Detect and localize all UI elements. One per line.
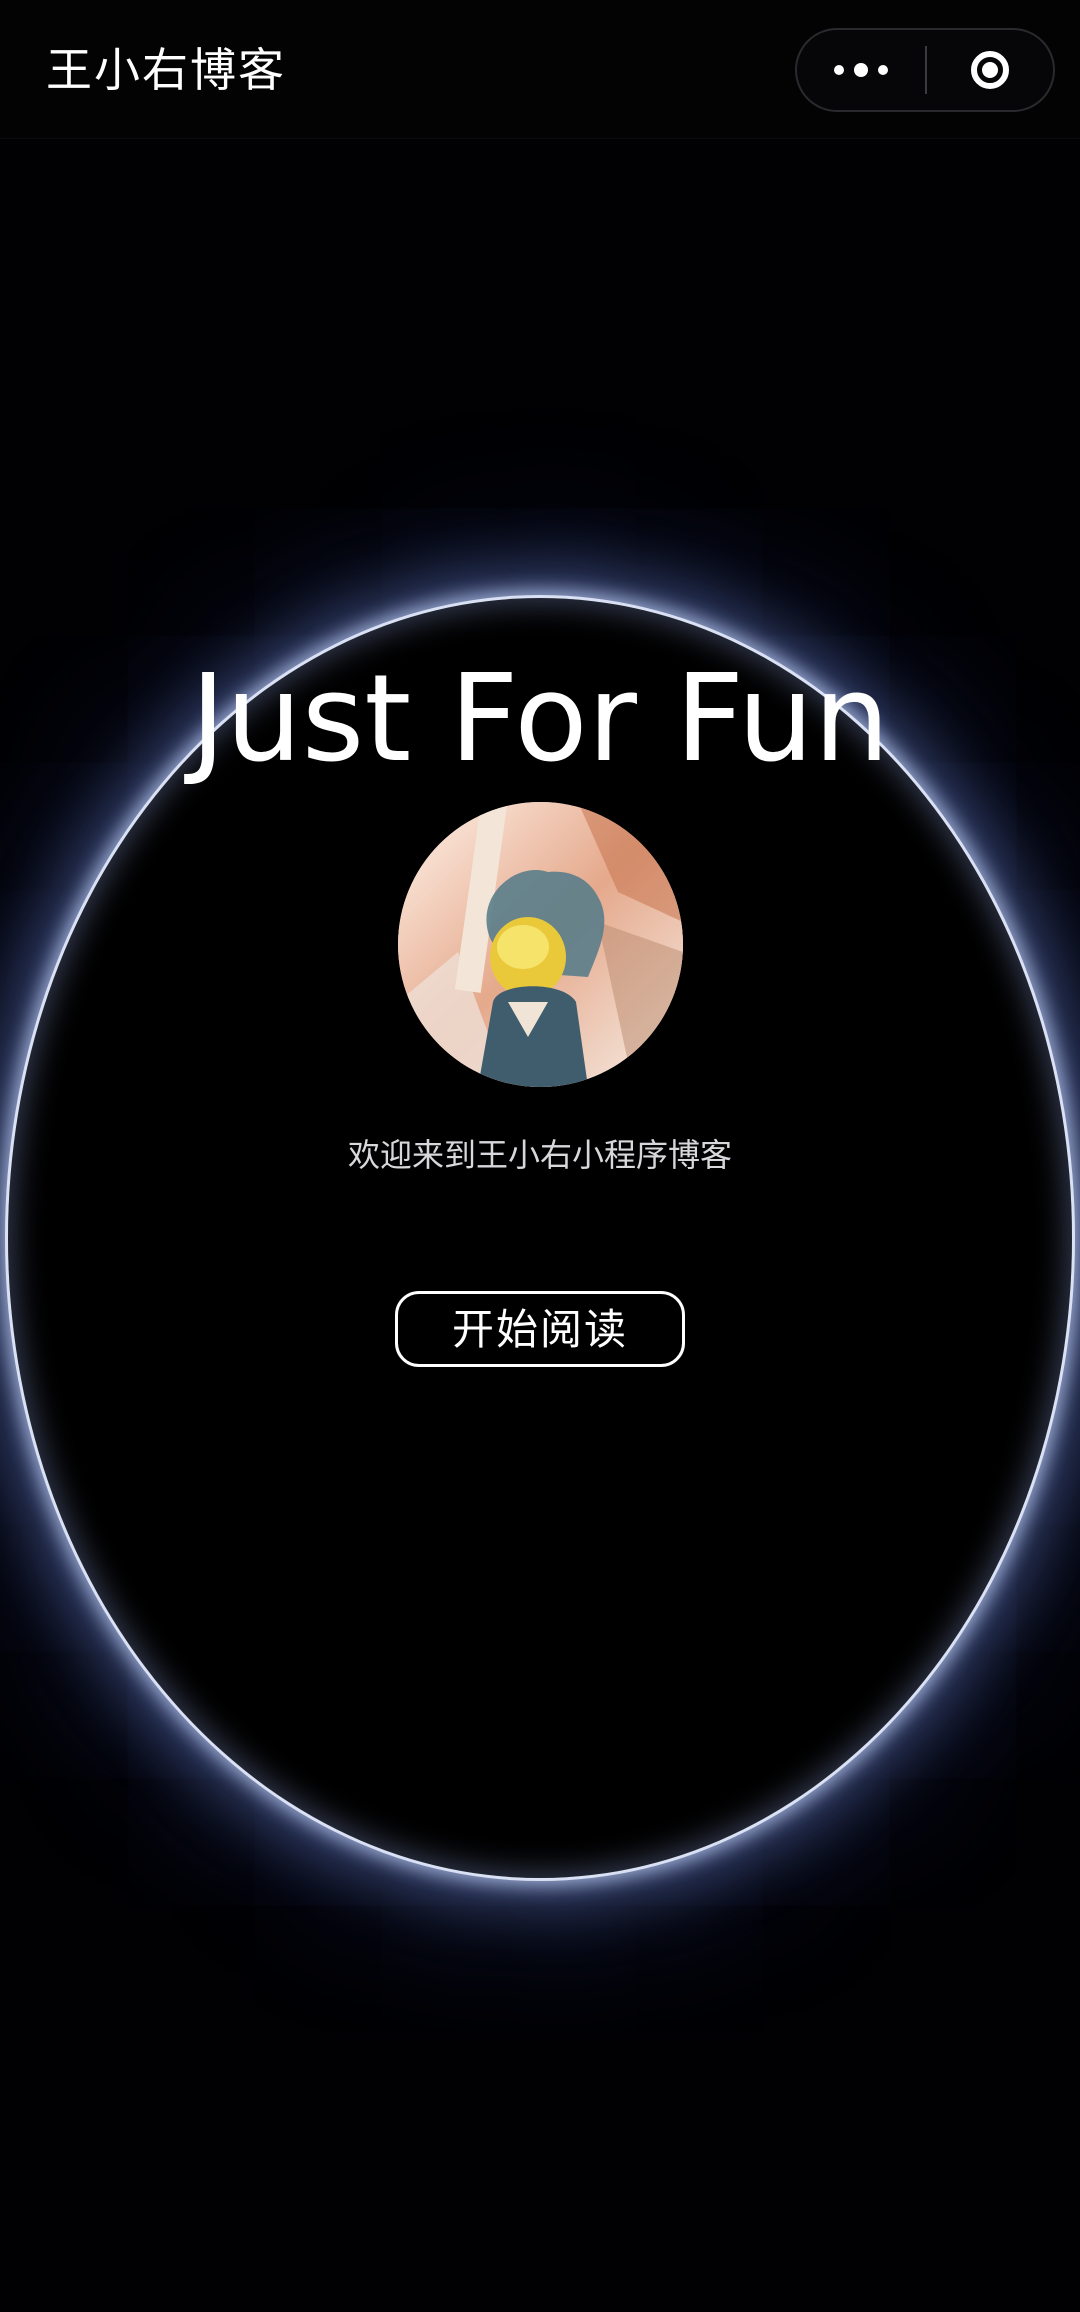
mini-program-capsule <box>795 28 1055 112</box>
close-ring <box>971 51 1009 89</box>
dot-right <box>878 65 888 75</box>
app-page: 王小右博客 Just For Fun 欢迎来到王小右小程序博客 开始阅读 <box>0 0 1080 2312</box>
page-title: 王小右博客 <box>46 43 286 97</box>
welcome-text: 欢迎来到王小右小程序博客 <box>347 1136 732 1174</box>
start-reading-button[interactable]: 开始阅读 <box>395 1291 685 1367</box>
avatar-illustration <box>398 802 683 1087</box>
hero-headline: Just For Fun <box>190 650 890 789</box>
top-navbar: 王小右博客 <box>0 0 1080 139</box>
close-core <box>982 62 998 78</box>
avatar <box>398 802 683 1087</box>
target-circle-icon[interactable] <box>927 30 1053 110</box>
dot-center <box>854 63 868 77</box>
more-dots-icon[interactable] <box>797 30 925 110</box>
dot-left <box>834 65 844 75</box>
